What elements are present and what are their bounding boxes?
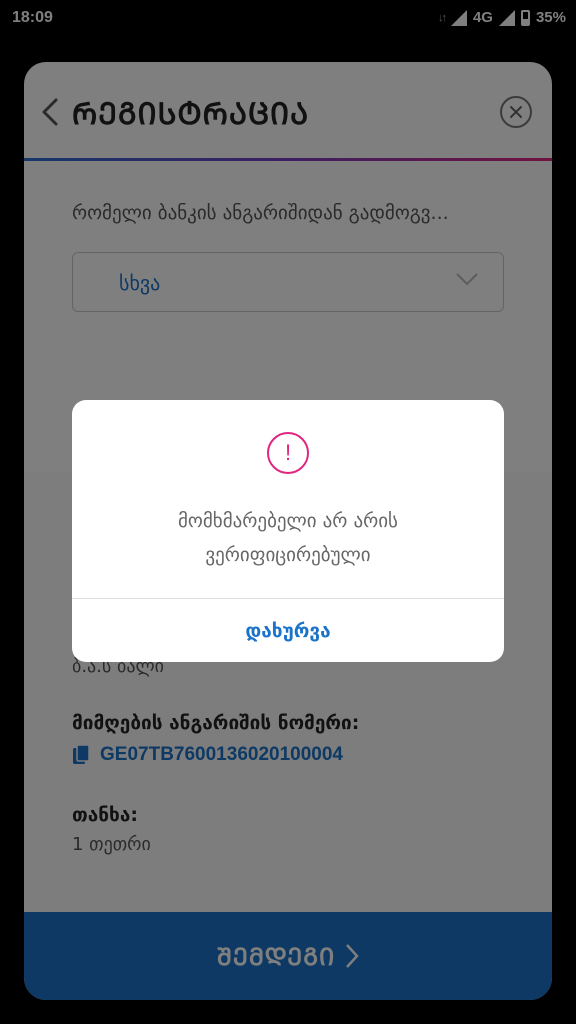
alert-dialog: ! მომხმარებელი არ არის ვერიფიცირებული და… [72, 400, 504, 662]
dialog-message: მომხმარებელი არ არის ვერიფიცირებული [92, 504, 484, 572]
exclamation-icon: ! [267, 432, 309, 474]
dialog-close-button[interactable]: დახურვა [72, 599, 504, 662]
dialog-message-line2: ვერიფიცირებული [205, 544, 371, 566]
dialog-message-line1: მომხმარებელი არ არის [178, 510, 398, 532]
